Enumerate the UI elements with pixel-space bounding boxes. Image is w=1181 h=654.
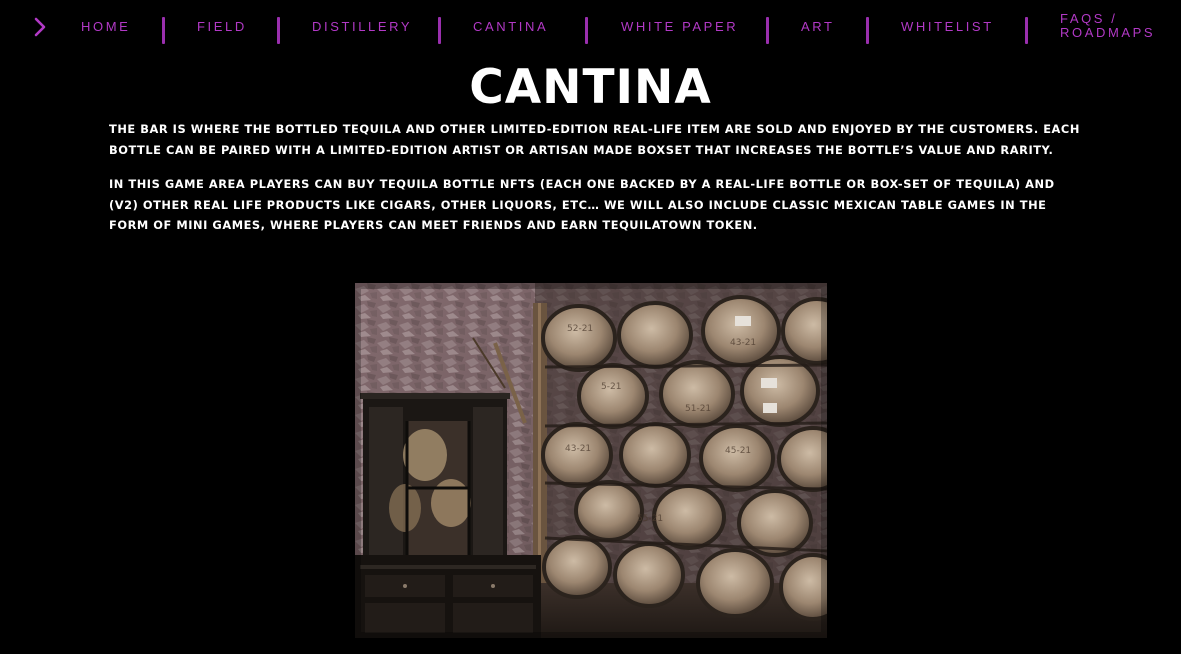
nav-item-faqs-label: FAQS / — [1060, 11, 1118, 26]
page-title: CANTINA — [469, 60, 712, 115]
nav-divider — [866, 17, 869, 44]
nav-item-faqs-roadmaps[interactable]: FAQS / ROADMAPS — [1060, 12, 1155, 40]
nav-item-home[interactable]: HOME — [81, 19, 130, 34]
nav-item-cantina[interactable]: CANTINA — [473, 19, 548, 34]
barrel-cellar-photo: 52-21 43-21 5-21 51-21 43-21 45-21 55-21 — [355, 283, 827, 638]
barrel-cellar-illustration: 52-21 43-21 5-21 51-21 43-21 45-21 55-21 — [355, 283, 827, 638]
game-area-paragraph: In this game area players can buy tequil… — [109, 177, 1055, 232]
nav-divider — [162, 17, 165, 44]
nav-item-white-paper[interactable]: WHITE PAPER — [621, 19, 738, 34]
intro-paragraph: The bar is where the bottled tequila and… — [109, 122, 1080, 157]
barrel-label: 5-21 — [601, 382, 621, 392]
nav-divider — [438, 17, 441, 44]
chevron-right-icon[interactable] — [33, 17, 47, 37]
nav-divider — [585, 17, 588, 44]
nav-item-art[interactable]: ART — [801, 19, 835, 34]
barrel-label: 51-21 — [685, 404, 711, 414]
barrel-label: 45-21 — [725, 446, 751, 456]
nav-item-whitelist[interactable]: WHITELIST — [901, 19, 994, 34]
barrel-label: 52-21 — [567, 324, 593, 334]
nav-divider — [766, 17, 769, 44]
barrel-label: 43-21 — [730, 338, 756, 348]
nav-divider — [277, 17, 280, 44]
nav-item-roadmaps-label: ROADMAPS — [1060, 25, 1156, 40]
nav-item-distillery[interactable]: DISTILLERY — [312, 19, 412, 34]
top-navigation: HOME FIELD DISTILLERY CANTINA WHITE PAPE… — [0, 0, 1181, 54]
nav-item-field[interactable]: FIELD — [197, 19, 247, 34]
barrel-label: 55-21 — [637, 514, 663, 524]
nav-divider — [1025, 17, 1028, 44]
barrel-label: 43-21 — [565, 444, 591, 454]
